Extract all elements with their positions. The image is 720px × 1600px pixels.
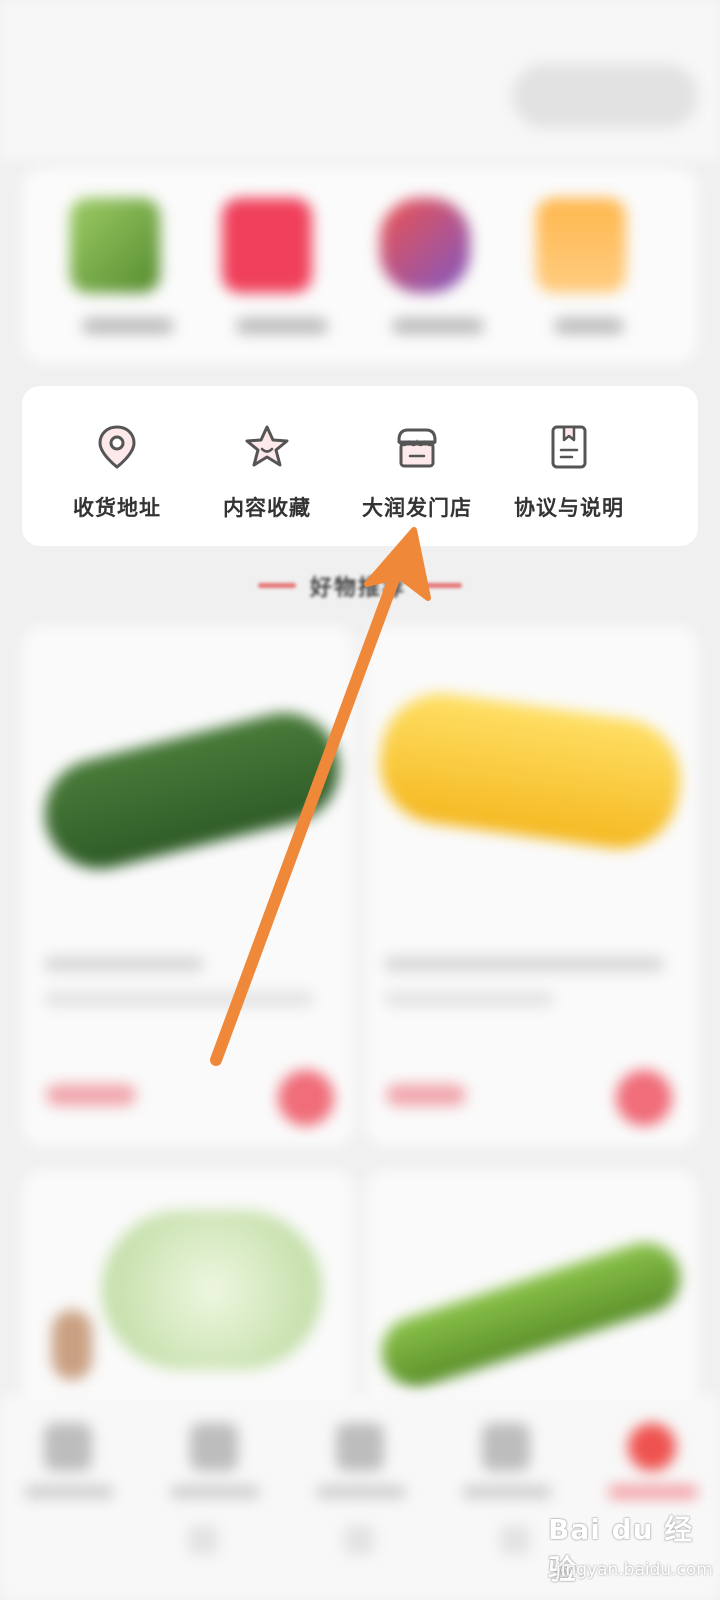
nav-profile-icon <box>628 1423 676 1471</box>
location-pin-icon <box>98 425 136 469</box>
top-action-pill[interactable] <box>512 64 698 128</box>
service-address-label: 收货地址 <box>73 496 161 520</box>
nav-tab-active[interactable] <box>598 1423 708 1513</box>
product-desc-placeholder <box>44 991 314 1007</box>
document-icon <box>551 425 587 469</box>
nav-label-placeholder <box>316 1485 406 1499</box>
watermark-sub: jingyan.baidu.com <box>556 1560 713 1580</box>
add-to-cart-button[interactable] <box>616 1070 672 1126</box>
nav-label-placeholder <box>608 1485 698 1499</box>
service-stores-label: 大润发门店 <box>362 496 472 520</box>
store-icon <box>397 428 437 468</box>
product-card[interactable] <box>22 626 354 1146</box>
nav-discover-icon <box>336 1423 384 1471</box>
section-title-line-right <box>424 583 462 588</box>
category-card <box>22 168 698 363</box>
section-title: 好物推荐 <box>0 566 720 606</box>
baidu-watermark: Bai du 经验 jingyan.baidu.com <box>548 1508 713 1594</box>
services-card: 收货地址 内容收藏 大润发门店 协议与说明 <box>22 386 698 546</box>
product-image <box>372 685 688 857</box>
system-recents-button[interactable] <box>500 1525 530 1555</box>
product-price-placeholder <box>386 1084 466 1106</box>
product-image <box>33 701 351 881</box>
product-card[interactable] <box>366 626 698 1146</box>
section-title-line-left <box>258 583 296 588</box>
product-name-placeholder <box>384 956 664 972</box>
top-header <box>0 0 720 160</box>
system-home-button[interactable] <box>344 1525 374 1555</box>
nav-label-placeholder <box>462 1485 552 1499</box>
category-label-placeholders <box>82 318 642 334</box>
add-to-cart-button[interactable] <box>278 1070 334 1126</box>
nav-tab[interactable] <box>160 1423 270 1513</box>
product-price-placeholder <box>46 1084 136 1106</box>
service-stores[interactable]: 大润发门店 <box>342 422 492 532</box>
service-terms-label: 协议与说明 <box>514 496 624 520</box>
system-back-button[interactable] <box>188 1525 218 1555</box>
nav-home-icon <box>44 1423 92 1471</box>
product-image-detail <box>52 1310 92 1380</box>
service-favorites[interactable]: 内容收藏 <box>192 422 342 532</box>
service-favorites-label: 内容收藏 <box>223 496 311 520</box>
service-address[interactable]: 收货地址 <box>42 422 192 532</box>
category-image <box>222 198 312 293</box>
service-terms[interactable]: 协议与说明 <box>494 422 644 532</box>
category-image <box>380 198 470 293</box>
nav-tab[interactable] <box>14 1423 124 1513</box>
category-image <box>536 198 626 293</box>
nav-category-icon <box>190 1423 238 1471</box>
section-title-text: 好物推荐 <box>310 576 407 601</box>
category-image <box>70 198 160 293</box>
product-desc-placeholder <box>384 991 554 1007</box>
product-card[interactable] <box>366 1170 698 1430</box>
nav-label-placeholder <box>24 1485 114 1499</box>
product-image <box>372 1233 690 1397</box>
nav-label-placeholder <box>170 1485 260 1499</box>
nav-cart-icon <box>482 1423 530 1471</box>
product-name-placeholder <box>44 956 204 972</box>
product-image <box>102 1210 322 1370</box>
product-card[interactable] <box>22 1170 354 1430</box>
nav-tab[interactable] <box>452 1423 562 1513</box>
nav-tab[interactable] <box>306 1423 416 1513</box>
star-icon <box>245 425 289 467</box>
